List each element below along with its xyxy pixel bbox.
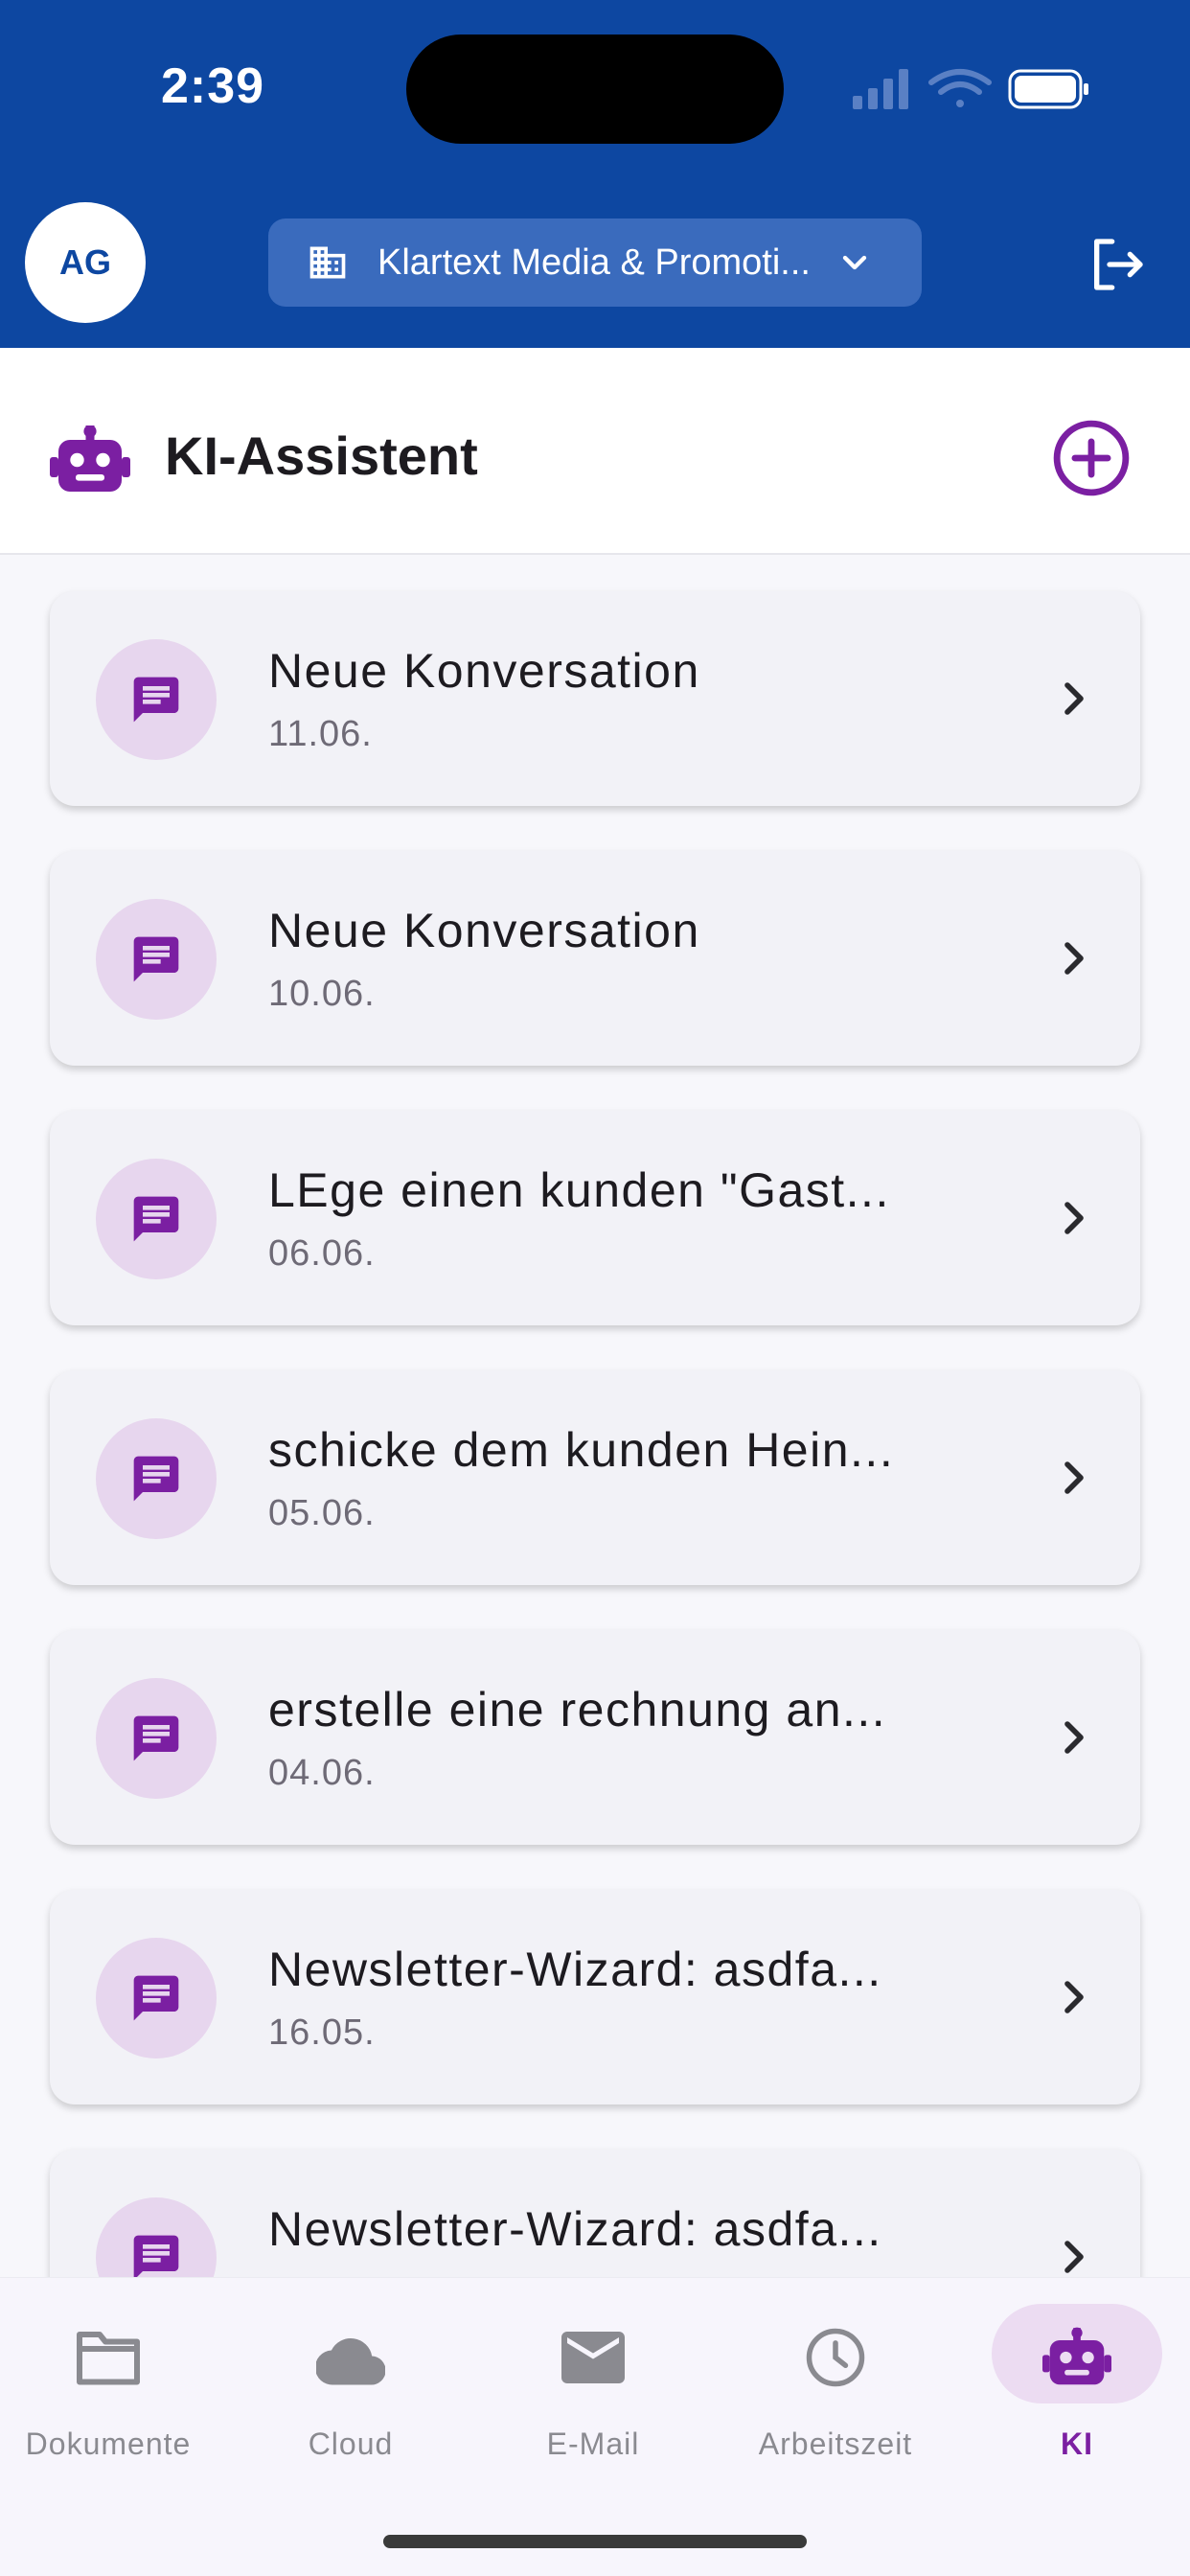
conversation-title: schicke dem kunden Hein...: [268, 1423, 895, 1477]
nav-label: KI: [1061, 2426, 1093, 2461]
cloud-icon: [316, 2338, 385, 2385]
conversation-title: erstelle eine rechnung an...: [268, 1683, 887, 1736]
chat-bubble-icon: [133, 1975, 179, 2021]
chevron-right-icon: [1064, 942, 1084, 975]
chat-bubble-icon: [133, 677, 179, 723]
chat-icon-circle: [96, 1938, 217, 2058]
bottom-navigation: Dokumente Cloud E-Mail Arbeitszeit KI: [0, 2277, 1190, 2576]
conversation-date: 10.06.: [268, 974, 376, 1014]
building-icon: [309, 246, 346, 279]
conversation-date: 11.06.: [268, 714, 373, 754]
conversation-date: 04.06.: [268, 1753, 376, 1793]
nav-label: Dokumente: [25, 2426, 192, 2461]
chat-icon-circle: [96, 2197, 217, 2277]
conversation-item[interactable]: Newsletter-Wizard: asdfa...: [50, 2150, 1140, 2277]
chat-icon-circle: [96, 639, 217, 760]
chevron-down-icon: [842, 255, 867, 270]
nav-item-email[interactable]: E-Mail: [473, 2278, 713, 2470]
home-indicator: [383, 2535, 807, 2548]
chat-icon-circle: [96, 899, 217, 1020]
conversation-item[interactable]: schicke dem kunden Hein... 05.06.: [50, 1370, 1140, 1585]
chevron-right-icon: [1064, 1202, 1084, 1234]
nav-item-ki[interactable]: KI: [957, 2278, 1190, 2470]
folder-icon: [77, 2332, 140, 2385]
avatar[interactable]: AG: [25, 202, 146, 323]
chevron-right-icon: [1064, 1981, 1084, 2013]
nav-label: E-Mail: [546, 2426, 640, 2461]
page-title: KI-Assistent: [165, 426, 478, 486]
app-header: 2:39 AG Klartext Media & Promoti...: [0, 0, 1190, 348]
nav-label: Cloud: [308, 2426, 394, 2461]
conversation-title: Neue Konversation: [268, 644, 700, 698]
wifi-icon: [928, 69, 992, 107]
chat-bubble-icon: [133, 1715, 179, 1761]
chat-bubble-icon: [133, 1196, 179, 1242]
company-name: Klartext Media & Promoti...: [378, 242, 811, 283]
nav-item-dokumente[interactable]: Dokumente: [0, 2278, 228, 2470]
chevron-right-icon: [1064, 2241, 1084, 2273]
page-titlebar: KI-Assistent: [0, 348, 1190, 555]
status-time: 2:39: [161, 58, 265, 114]
conversation-title: Newsletter-Wizard: asdfa...: [268, 1943, 882, 1996]
conversation-list: Neue Konversation 11.06. Neue Konversati…: [0, 555, 1190, 2277]
conversation-item[interactable]: Newsletter-Wizard: asdfa... 16.05.: [50, 1890, 1140, 2104]
status-icons: [853, 69, 1088, 109]
battery-icon: [1008, 69, 1088, 109]
conversation-date: 06.06.: [268, 1233, 376, 1274]
chat-bubble-icon: [133, 2235, 179, 2277]
conversation-item[interactable]: Neue Konversation 10.06.: [50, 851, 1140, 1066]
chat-bubble-icon: [133, 936, 179, 982]
conversation-date: 16.05.: [268, 2012, 376, 2053]
mail-icon: [561, 2332, 625, 2383]
chat-bubble-icon: [133, 1456, 179, 1502]
conversation-title: Neue Konversation: [268, 904, 700, 957]
conversation-title: Newsletter-Wizard: asdfa...: [268, 2202, 882, 2256]
chat-icon-circle: [96, 1678, 217, 1799]
clock-icon: [806, 2328, 865, 2387]
conversation-item[interactable]: LEge einen kunden "Gast... 06.06.: [50, 1111, 1140, 1325]
conversation-item[interactable]: erstelle eine rechnung an... 04.06.: [50, 1630, 1140, 1845]
company-selector[interactable]: Klartext Media & Promoti...: [268, 218, 922, 307]
conversation-item[interactable]: Neue Konversation 11.06.: [50, 591, 1140, 806]
nav-item-arbeitszeit[interactable]: Arbeitszeit: [716, 2278, 955, 2470]
robot-icon: [1042, 2327, 1111, 2385]
chat-icon-circle: [96, 1418, 217, 1539]
chevron-right-icon: [1064, 1461, 1084, 1494]
chat-icon-circle: [96, 1159, 217, 1279]
dynamic-island: [406, 34, 784, 144]
add-conversation-button[interactable]: [1052, 419, 1131, 497]
nav-item-cloud[interactable]: Cloud: [231, 2278, 470, 2470]
chevron-right-icon: [1064, 1721, 1084, 1754]
nav-label: Arbeitszeit: [758, 2426, 913, 2461]
chevron-right-icon: [1064, 682, 1084, 715]
signal-icon: [853, 69, 908, 109]
conversation-date: 05.06.: [268, 1493, 376, 1533]
logout-icon[interactable]: [1087, 234, 1148, 295]
robot-icon: [50, 426, 130, 492]
conversation-title: LEge einen kunden "Gast...: [268, 1163, 890, 1217]
